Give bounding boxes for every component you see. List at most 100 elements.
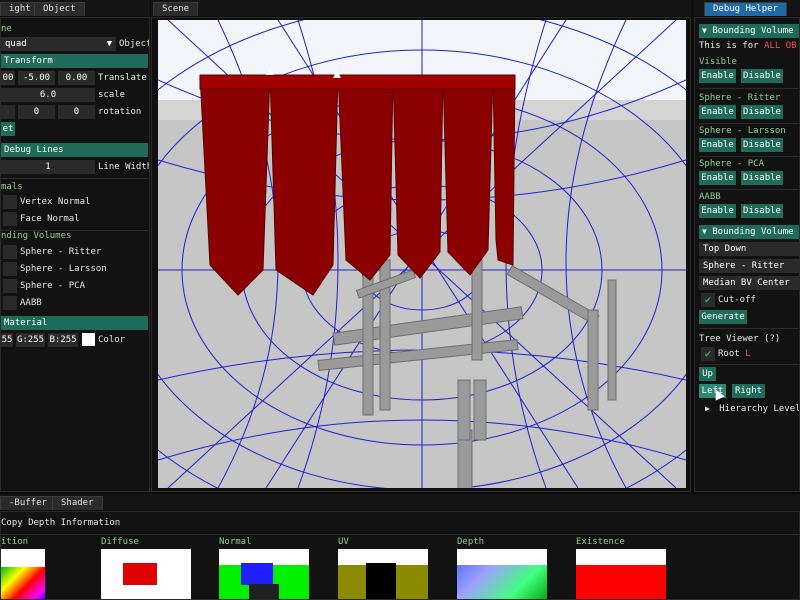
bv-type-select[interactable]: Sphere - Ritter (699, 259, 799, 273)
uv-buffer-thumb (338, 549, 428, 599)
ritter-label: Sphere - Ritter (699, 93, 781, 103)
tab-debug-helper[interactable]: Debug Helper (704, 2, 788, 16)
tab-g-buffer[interactable]: -Buffer (0, 496, 56, 510)
rotation-z[interactable]: 0 (58, 105, 95, 119)
right-button[interactable]: Right (732, 384, 765, 398)
cutoff-label: Cut-off (718, 295, 756, 305)
reset-button[interactable]: et (1, 122, 15, 136)
root-checkbox[interactable]: ✔ (701, 347, 715, 361)
vertex-normal-checkbox[interactable] (3, 195, 17, 209)
gbuffer-panel: Copy Depth Information ition Diffuse Nor… (0, 511, 800, 600)
bounding-volume-header[interactable]: ▼ Bounding Volume (699, 24, 799, 38)
tab-scene[interactable]: Scene (153, 2, 199, 16)
pca-disable-button[interactable]: Disable (741, 171, 783, 185)
pca-enable-button[interactable]: Enable (699, 171, 736, 185)
line-width-label: Line Width (98, 162, 150, 172)
normal-buffer-thumb (219, 549, 309, 599)
buffer-content (366, 563, 396, 599)
bv-aabb-label: AABB (20, 298, 42, 308)
bvh-header-label: Bounding Volume (712, 227, 794, 237)
mesh-label: ne (1, 24, 12, 34)
larsson-enable-button[interactable]: Enable (699, 138, 736, 152)
material-header[interactable]: Material (1, 316, 148, 330)
scene-viewport[interactable] (158, 20, 686, 488)
mesh-select-value: quad (5, 39, 27, 49)
bv-larsson-checkbox[interactable] (3, 262, 17, 276)
color-r[interactable]: 55 (1, 333, 13, 347)
ritter-enable-button[interactable]: Enable (699, 105, 736, 119)
face-normal-checkbox[interactable] (3, 212, 17, 226)
normal-label: Normal (219, 537, 252, 547)
bounding-volume-header-label: Bounding Volume (712, 26, 794, 36)
translate-z[interactable]: 0.00 (58, 71, 95, 85)
color-b[interactable]: B:255 (48, 333, 78, 347)
bv-larsson-label: Sphere - Larsson (20, 264, 107, 274)
this-is-for-text: This is for (699, 41, 759, 51)
chevron-down-icon: ▼ (702, 227, 707, 236)
scene-panel (151, 17, 691, 492)
visible-label: Visible (699, 57, 737, 67)
larsson-label: Sphere - Larsson (699, 126, 786, 136)
position-buffer-thumb (1, 549, 45, 599)
aabb-enable-button[interactable]: Enable (699, 204, 736, 218)
generate-button[interactable]: Generate (699, 310, 747, 324)
color-label: Color (98, 335, 126, 345)
separator (1, 178, 148, 179)
translate-x[interactable]: 00 (1, 71, 15, 85)
color-g[interactable]: G:255 (16, 333, 45, 347)
visible-disable-button[interactable]: Disable (741, 69, 783, 83)
separator (699, 328, 799, 329)
existence-buffer-thumb (576, 549, 666, 599)
bv-aabb-checkbox[interactable] (3, 296, 17, 310)
aabb-disable-button[interactable]: Disable (741, 204, 783, 218)
mesh-select-suffix: Object (119, 39, 150, 49)
hierarchy-level-label: Hierarchy Level 0 (719, 404, 800, 414)
build-method-select[interactable]: Top Down (699, 242, 799, 256)
normals-label: mals (1, 182, 23, 192)
buffer-content (457, 549, 547, 565)
all-objects-label: ALL OB (764, 41, 797, 51)
visible-enable-button[interactable]: Enable (699, 69, 736, 83)
aabb-label: AABB (699, 192, 721, 202)
buffer-content (1, 567, 45, 599)
pca-label: Sphere - PCA (699, 159, 765, 169)
bv-ritter-label: Sphere - Ritter (20, 247, 102, 257)
position-label: ition (1, 537, 29, 547)
hierarchy-level-node[interactable]: ▶ Hierarchy Level 0 (705, 402, 800, 416)
scale-input[interactable]: 6.0 (1, 88, 95, 102)
mesh-select[interactable]: quad ▼ (1, 37, 116, 51)
tab-shader[interactable]: Shader (52, 496, 103, 510)
root-text: Root (718, 349, 740, 359)
up-button[interactable]: Up (699, 367, 716, 381)
translate-y[interactable]: -5.00 (18, 71, 55, 85)
color-swatch[interactable] (82, 333, 95, 346)
tab-object[interactable]: Object (34, 2, 85, 16)
debug-lines-header[interactable]: Debug Lines (1, 143, 148, 157)
line-width-input[interactable]: 1 (1, 160, 95, 174)
depth-label: Depth (457, 537, 485, 547)
rotation-label: rotation (98, 107, 142, 117)
debug-tabbar: Debug Helper (694, 0, 800, 16)
depth-buffer-thumb (457, 549, 547, 599)
left-tabbar: ight Object (0, 0, 150, 16)
separator (699, 364, 799, 365)
bv-ritter-checkbox[interactable] (3, 245, 17, 259)
copy-depth-label: Copy Depth Information (1, 518, 121, 528)
diffuse-buffer-thumb (101, 549, 191, 599)
bvh-header[interactable]: ▼ Bounding Volume (699, 225, 799, 239)
this-is-for-label: This is for ALL OB (699, 39, 797, 53)
transform-header[interactable]: Transform (1, 54, 148, 68)
bottom-tabbar: -Buffer Shader (0, 494, 800, 510)
buffer-content (576, 549, 666, 565)
rotation-y[interactable]: 0 (18, 105, 55, 119)
split-method-select[interactable]: Median BV Center (699, 276, 799, 290)
larsson-disable-button[interactable]: Disable (741, 138, 783, 152)
buffer-content (249, 584, 279, 599)
ritter-disable-button[interactable]: Disable (741, 105, 783, 119)
scale-label: scale (98, 90, 126, 100)
buffer-content (241, 563, 273, 585)
bv-pca-label: Sphere - PCA (20, 281, 86, 291)
rotation-x[interactable] (1, 105, 15, 119)
bv-pca-checkbox[interactable] (3, 279, 17, 293)
cutoff-checkbox[interactable]: ✔ (701, 293, 715, 307)
